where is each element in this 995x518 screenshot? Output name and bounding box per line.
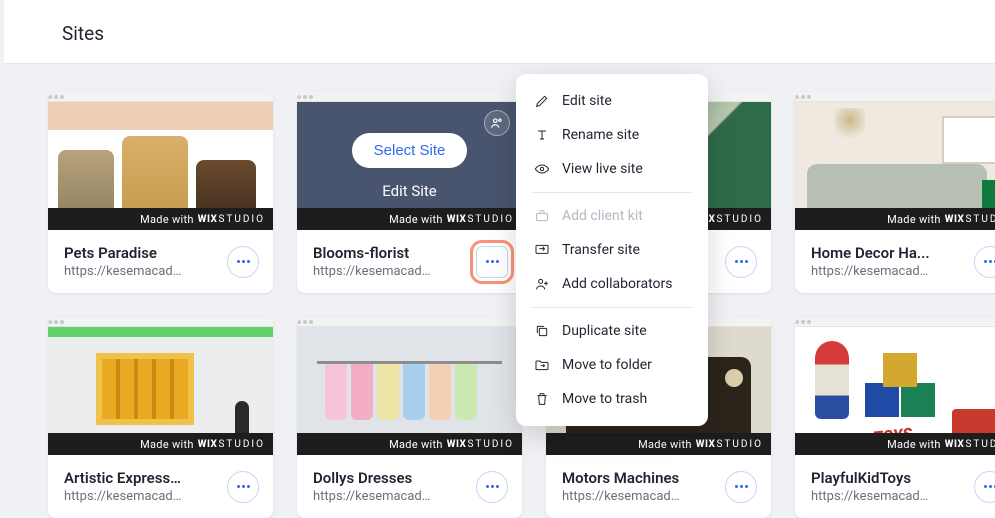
site-name: Blooms-florist bbox=[313, 244, 468, 262]
made-with-badge: Made with WIXSTUDIO bbox=[795, 433, 995, 455]
site-card[interactable]: Select Site Edit Site Made with WIXSTUDI… bbox=[297, 92, 522, 293]
site-thumbnail[interactable]: Made with WIXSTUDIO bbox=[48, 92, 273, 230]
site-url: https://kesemacad… bbox=[64, 264, 219, 279]
browser-chrome bbox=[795, 317, 995, 327]
menu-transfer-site[interactable]: Transfer site bbox=[516, 233, 708, 267]
made-with-badge: Made with WIXSTUDIO bbox=[546, 433, 771, 455]
site-card[interactable]: Made with WIXSTUDIO Dollys Dresses https… bbox=[297, 317, 522, 518]
site-context-menu: Edit site Rename site View live site Add… bbox=[516, 74, 708, 426]
made-with-badge: Made with WIXSTUDIO bbox=[48, 433, 273, 455]
menu-add-collaborators[interactable]: Add collaborators bbox=[516, 267, 708, 301]
site-name: PlayfulKidToys bbox=[811, 469, 966, 487]
more-actions-button[interactable] bbox=[476, 471, 508, 503]
site-name: Pets Paradise bbox=[64, 244, 219, 262]
more-actions-button[interactable] bbox=[227, 246, 259, 278]
site-thumbnail[interactable]: Made with WIXSTUDIO bbox=[48, 317, 273, 455]
page-header: Sites bbox=[4, 0, 995, 64]
pencil-icon bbox=[534, 93, 550, 109]
site-url: https://kesemacad… bbox=[64, 489, 219, 504]
made-with-badge: Made with WIXSTUDIO bbox=[48, 208, 273, 230]
more-actions-button[interactable] bbox=[476, 246, 508, 278]
site-url: https://kesemacad… bbox=[811, 264, 966, 279]
browser-chrome bbox=[48, 92, 273, 102]
site-card[interactable]: Made with WIXSTUDIO Pets Paradise https:… bbox=[48, 92, 273, 293]
menu-rename-site[interactable]: Rename site bbox=[516, 118, 708, 152]
more-icon bbox=[242, 260, 245, 263]
made-with-badge: Made with WIXSTUDIO bbox=[297, 208, 522, 230]
browser-chrome bbox=[795, 92, 995, 102]
menu-move-to-folder[interactable]: Move to folder bbox=[516, 348, 708, 382]
made-with-badge: Made with WIXSTUDIO bbox=[297, 433, 522, 455]
menu-separator bbox=[532, 307, 692, 308]
site-thumbnail[interactable]: Made with WIXSTUDIO bbox=[297, 317, 522, 455]
more-icon bbox=[491, 485, 494, 488]
select-site-button[interactable]: Select Site bbox=[352, 133, 468, 168]
menu-add-client-kit: Add client kit bbox=[516, 199, 708, 233]
made-with-badge: Made with WIXSTUDIO bbox=[795, 208, 995, 230]
site-url: https://kesemacad… bbox=[313, 264, 468, 279]
menu-edit-site[interactable]: Edit site bbox=[516, 84, 708, 118]
site-name: Motors Machines bbox=[562, 469, 717, 487]
site-url: https://kesemacad… bbox=[562, 489, 717, 504]
site-thumbnail[interactable]: Select Site Edit Site Made with WIXSTUDI… bbox=[297, 92, 522, 230]
more-actions-button[interactable] bbox=[725, 471, 757, 503]
site-card[interactable]: Made with WIXSTUDIO Artistic Express… ht… bbox=[48, 317, 273, 518]
more-icon bbox=[989, 485, 992, 488]
site-name: Dollys Dresses bbox=[313, 469, 468, 487]
site-card[interactable]: TOYS Made with WIXSTUDIO PlayfulKidToys … bbox=[795, 317, 995, 518]
more-actions-button[interactable] bbox=[974, 471, 995, 503]
site-thumbnail[interactable]: Made with WIXSTUDIO bbox=[795, 92, 995, 230]
page-title: Sites bbox=[62, 22, 959, 45]
more-actions-button[interactable] bbox=[227, 471, 259, 503]
more-icon bbox=[740, 485, 743, 488]
type-icon bbox=[534, 127, 550, 143]
sites-grid: Made with WIXSTUDIO Pets Paradise https:… bbox=[0, 64, 995, 518]
more-actions-button[interactable] bbox=[725, 246, 757, 278]
site-card[interactable]: Made with WIXSTUDIO Home Decor Ha... htt… bbox=[795, 92, 995, 293]
duplicate-icon bbox=[534, 323, 550, 339]
eye-icon bbox=[534, 161, 550, 177]
menu-separator bbox=[532, 192, 692, 193]
more-icon bbox=[491, 260, 494, 263]
site-name: Home Decor Ha... bbox=[811, 244, 966, 262]
site-name: Artistic Express… bbox=[64, 469, 219, 487]
edit-site-link[interactable]: Edit Site bbox=[382, 182, 437, 200]
trash-icon bbox=[534, 391, 550, 407]
menu-duplicate-site[interactable]: Duplicate site bbox=[516, 314, 708, 348]
more-icon bbox=[242, 485, 245, 488]
menu-move-to-trash[interactable]: Move to trash bbox=[516, 382, 708, 416]
site-url: https://kesemacad… bbox=[313, 489, 468, 504]
menu-view-live-site[interactable]: View live site bbox=[516, 152, 708, 186]
transfer-icon bbox=[534, 242, 550, 258]
browser-chrome bbox=[297, 317, 522, 327]
browser-chrome bbox=[297, 92, 522, 102]
add-user-icon bbox=[534, 276, 550, 292]
more-icon bbox=[989, 260, 992, 263]
briefcase-icon bbox=[534, 208, 550, 224]
collaborators-badge[interactable] bbox=[484, 110, 510, 136]
more-icon bbox=[740, 260, 743, 263]
browser-chrome bbox=[48, 317, 273, 327]
more-actions-button[interactable] bbox=[974, 246, 995, 278]
site-url: https://kesemacad… bbox=[811, 489, 966, 504]
site-thumbnail[interactable]: TOYS Made with WIXSTUDIO bbox=[795, 317, 995, 455]
folder-move-icon bbox=[534, 357, 550, 373]
